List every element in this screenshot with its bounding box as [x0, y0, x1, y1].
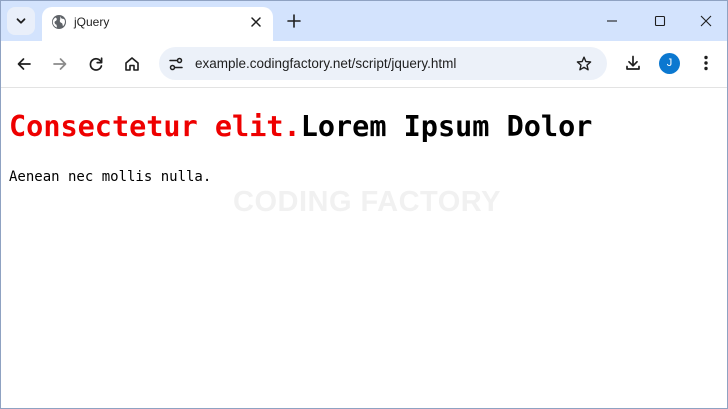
- browser-window: jQuery example.codingfactory.net/script/…: [0, 0, 728, 409]
- forward-arrow-icon[interactable]: [50, 54, 70, 74]
- close-icon[interactable]: [698, 13, 714, 29]
- heading-text: Lorem Ipsum Dolor: [300, 110, 593, 143]
- reload-icon[interactable]: [86, 54, 106, 74]
- address-bar[interactable]: example.codingfactory.net/script/jquery.…: [159, 47, 607, 80]
- home-icon[interactable]: [122, 54, 142, 74]
- tab-title: jQuery: [74, 15, 110, 29]
- more-vert-icon[interactable]: [698, 53, 714, 73]
- page-heading: Consectetur elit.Lorem Ipsum Dolor: [9, 110, 592, 143]
- maximize-icon[interactable]: [652, 13, 668, 29]
- avatar[interactable]: J: [659, 53, 680, 74]
- back-arrow-icon[interactable]: [14, 54, 34, 74]
- globe-icon: [51, 14, 67, 30]
- url-text[interactable]: example.codingfactory.net/script/jquery.…: [195, 56, 456, 71]
- plus-icon[interactable]: [284, 11, 304, 31]
- watermark: CODING FACTORY: [233, 186, 502, 218]
- minimize-icon[interactable]: [604, 13, 620, 29]
- chevron-down-icon: [15, 15, 27, 27]
- download-icon[interactable]: [623, 53, 643, 73]
- close-icon[interactable]: [248, 14, 264, 30]
- tab-strip: jQuery: [1, 1, 727, 41]
- tab-search-button[interactable]: [7, 7, 35, 35]
- heading-accent-text: Consectetur elit.: [9, 110, 301, 143]
- page-paragraph: Aenean nec mollis nulla.: [9, 169, 212, 185]
- site-info-icon[interactable]: [167, 55, 185, 73]
- page-content: CODING FACTORY Consectetur elit.Lorem Ip…: [1, 88, 727, 408]
- star-icon[interactable]: [575, 55, 593, 73]
- tab-active[interactable]: jQuery: [42, 7, 273, 41]
- browser-toolbar: example.codingfactory.net/script/jquery.…: [1, 41, 727, 88]
